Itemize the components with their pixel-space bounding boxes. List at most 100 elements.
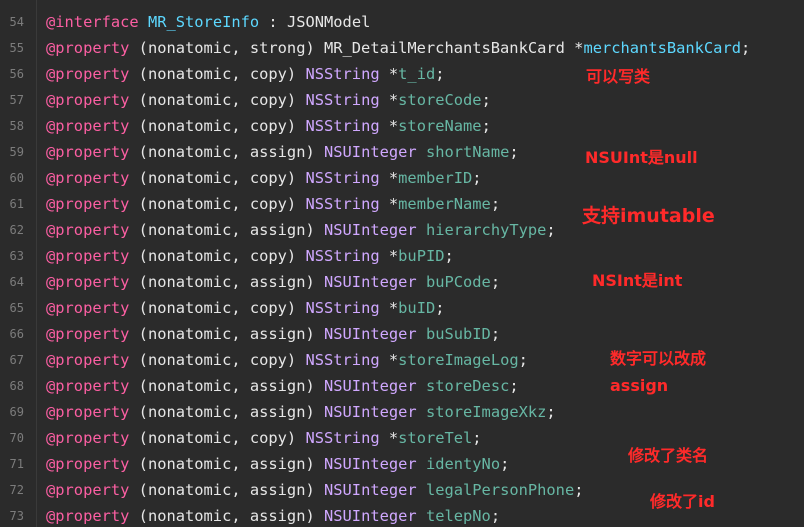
annotation-renamed-id: 修改了id [650, 492, 715, 511]
code-token: NSUInteger [324, 481, 417, 499]
code-line[interactable]: 68 @property (nonatomic, assign) NSUInteg… [0, 373, 804, 399]
code-token: ; [490, 273, 501, 291]
annotation-write-class: 可以写类 [586, 67, 651, 86]
line-code: @property (nonatomic, assign) NSUInteger… [46, 321, 500, 347]
code-line[interactable]: 66 @property (nonatomic, assign) NSUInteg… [0, 321, 804, 347]
code-token: (nonatomic, copy) [129, 351, 306, 369]
code-token: t_id [398, 65, 436, 83]
code-line[interactable]: 56 @property (nonatomic, copy) NSString *… [0, 61, 804, 87]
code-token: storeImageXkz [425, 403, 547, 421]
code-token: (nonatomic, assign) [129, 481, 324, 499]
code-token: : JSONModel [259, 13, 371, 31]
code-line[interactable]: 57 @property (nonatomic, copy) NSString *… [0, 87, 804, 113]
line-code: @property (nonatomic, copy) NSString *t_… [46, 61, 445, 87]
line-code: @property (nonatomic, copy) NSString *st… [46, 347, 528, 373]
line-code: @property (nonatomic, copy) NSString *st… [46, 425, 482, 451]
code-token: ; [481, 117, 491, 135]
line-code: @interface MR_StoreInfo : JSONModel [46, 9, 370, 35]
line-code: @property (nonatomic, assign) NSUInteger… [46, 503, 500, 527]
code-token: ; [574, 481, 584, 499]
code-token: (nonatomic, assign) [129, 221, 324, 239]
code-token: NSUInteger [324, 377, 417, 395]
code-token: * [379, 65, 399, 83]
code-token: NSUInteger [324, 455, 417, 473]
code-token: ; [509, 377, 519, 395]
code-token: @property [46, 195, 130, 213]
line-number: 61 [9, 197, 24, 211]
code-token: NSString [305, 351, 380, 369]
line-number: 70 [9, 431, 24, 445]
code-token: ; [490, 507, 501, 525]
code-line[interactable]: 60 @property (nonatomic, copy) NSString *… [0, 165, 804, 191]
code-token: @property [46, 351, 130, 369]
code-line[interactable]: 54 @interface MR_StoreInfo : JSONModel [0, 9, 804, 35]
code-token: (nonatomic, assign) [129, 455, 324, 473]
code-token: (nonatomic, assign) [129, 273, 324, 291]
code-line[interactable]: 64 @property (nonatomic, assign) NSUInteg… [0, 269, 804, 295]
line-number: 57 [9, 93, 24, 107]
code-token: (nonatomic, strong) MR_DetailMerchantsBa… [129, 39, 584, 57]
code-line[interactable]: 58 @property (nonatomic, copy) NSString *… [0, 113, 804, 139]
code-token: @property [46, 221, 130, 239]
line-code: @property (nonatomic, assign) NSUInteger… [46, 399, 556, 425]
code-token: @property [46, 481, 130, 499]
code-line[interactable]: 63 @property (nonatomic, copy) NSString *… [0, 243, 804, 269]
code-token: buPCode [425, 273, 491, 291]
code-token: (nonatomic, copy) [129, 117, 306, 135]
line-number: 67 [9, 353, 24, 367]
code-token: NSUInteger [324, 143, 417, 161]
code-token: ; [472, 169, 482, 187]
line-number: 66 [9, 327, 24, 341]
code-token: NSUInteger [324, 507, 417, 525]
line-number: 58 [9, 119, 24, 133]
line-code: @property (nonatomic, assign) NSUInteger… [46, 477, 584, 503]
code-line[interactable]: 65 @property (nonatomic, copy) NSString *… [0, 295, 804, 321]
code-token: merchantsBankCard [583, 39, 741, 57]
code-token: NSUInteger [324, 273, 417, 291]
code-token: @property [46, 65, 130, 83]
line-number: 71 [9, 457, 24, 471]
line-number: 73 [9, 509, 24, 523]
line-code: @property (nonatomic, copy) NSString *bu… [46, 295, 445, 321]
code-token: @property [46, 143, 130, 161]
line-number: 68 [9, 379, 24, 393]
code-token: ; [435, 299, 445, 317]
code-token: ; [509, 143, 519, 161]
annotation-nsuint-null: NSUInt是null [585, 148, 698, 167]
code-token: @property [46, 273, 130, 291]
code-token: NSString [305, 299, 380, 317]
code-token: (nonatomic, assign) [129, 403, 324, 421]
code-token: ; [518, 351, 528, 369]
line-number: 60 [9, 171, 24, 185]
line-code: @property (nonatomic, copy) NSString *st… [46, 87, 491, 113]
code-token: NSUInteger [324, 403, 417, 421]
code-token: memberName [398, 195, 491, 213]
line-code: @property (nonatomic, assign) NSUInteger… [46, 373, 519, 399]
code-token: hierarchyType [425, 221, 547, 239]
line-number: 55 [9, 41, 24, 55]
code-token: * [379, 117, 399, 135]
code-token: NSUInteger [324, 221, 417, 239]
line-code: @property (nonatomic, copy) NSString *me… [46, 191, 500, 217]
code-token: (nonatomic, copy) [129, 65, 306, 83]
code-token: (nonatomic, copy) [129, 299, 306, 317]
code-token: * [379, 91, 399, 109]
code-token: @property [46, 247, 130, 265]
code-token: MR_StoreInfo [147, 13, 260, 31]
code-token: @property [46, 429, 130, 447]
code-token: * [379, 351, 399, 369]
code-token: storeImageLog [398, 351, 519, 369]
code-token: identyNo [425, 455, 501, 473]
code-editor[interactable]: 54 @interface MR_StoreInfo : JSONModel 55 @… [0, 0, 804, 527]
code-line[interactable]: 69 @property (nonatomic, assign) NSUInteg… [0, 399, 804, 425]
code-token: (nonatomic, copy) [129, 247, 306, 265]
code-line[interactable]: 55 @property (nonatomic, strong) MR_Detai… [0, 35, 804, 61]
